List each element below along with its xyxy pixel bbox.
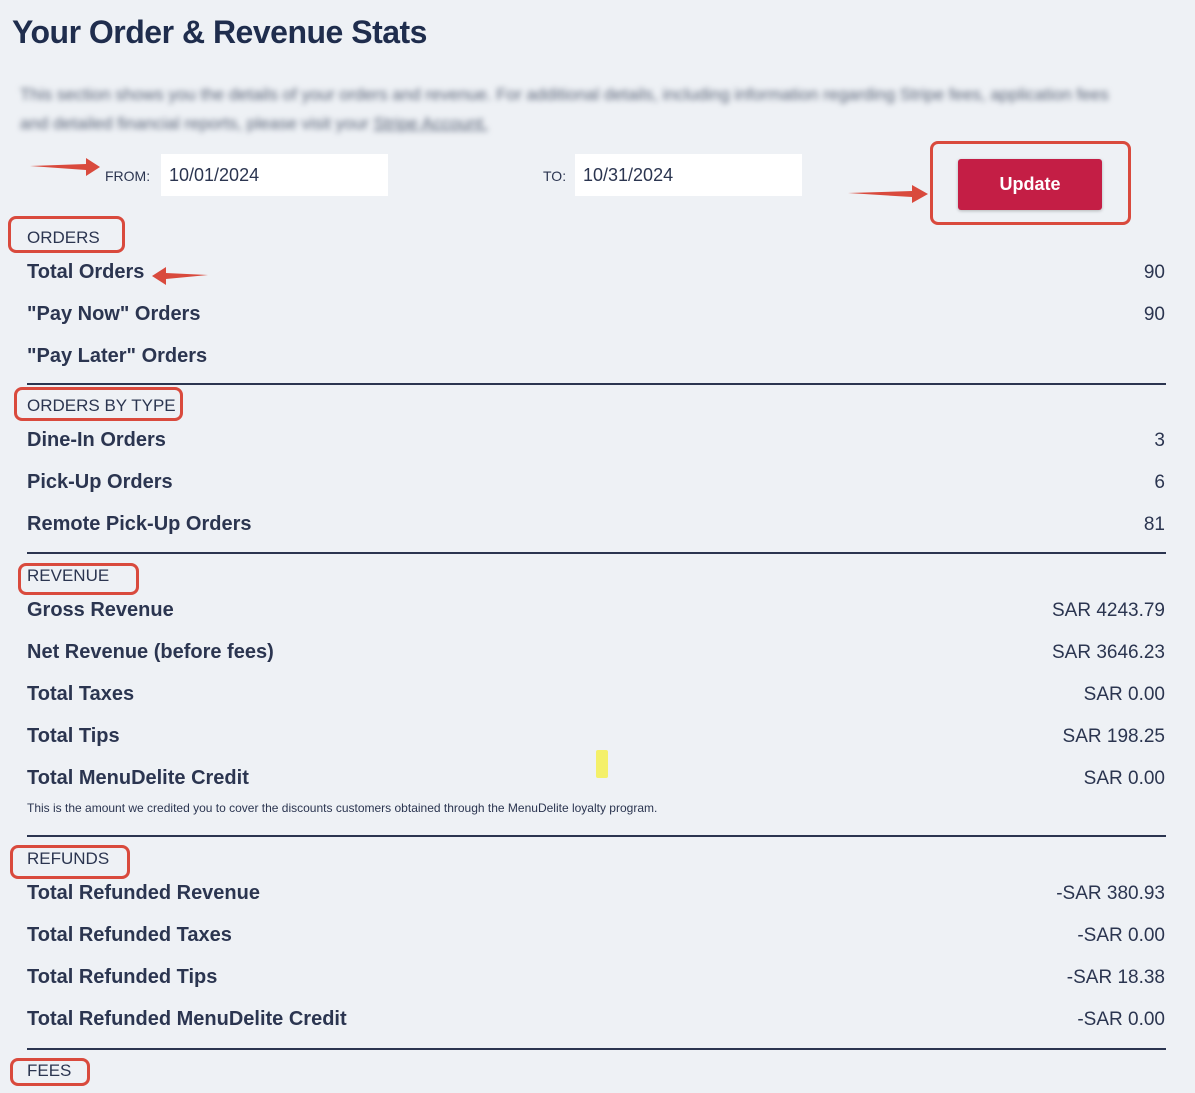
row-value-total-menudelite-credit: SAR 0.00: [1083, 768, 1165, 789]
row-label-total-refunded-taxes: Total Refunded Taxes: [27, 924, 232, 946]
row-label-dine-in-orders: Dine-In Orders: [27, 429, 166, 451]
row-value-total-taxes: SAR 0.00: [1083, 684, 1165, 705]
page-title: Your Order & Revenue Stats: [12, 14, 427, 50]
menudelite-credit-note: This is the amount we credited you to co…: [27, 801, 658, 815]
row-label-total-refunded-menudelite-credit: Total Refunded MenuDelite Credit: [27, 1008, 347, 1030]
stripe-account-link[interactable]: Stripe Account.: [373, 114, 487, 133]
annotation-arrow-right-icon: [30, 158, 100, 176]
row-label-remote-pick-up-orders: Remote Pick-Up Orders: [27, 513, 252, 535]
row-label-pay-now-orders: "Pay Now" Orders: [27, 303, 201, 325]
annotation-box-orders: [8, 216, 125, 253]
row-label-total-refunded-tips: Total Refunded Tips: [27, 966, 218, 988]
row-value-total-refunded-tips: -SAR 18.38: [1066, 967, 1165, 988]
row-value-gross-revenue: SAR 4243.79: [1051, 600, 1165, 621]
annotation-box-orders-by-type: [14, 387, 183, 421]
row-value-remote-pick-up-orders: 81: [1143, 514, 1165, 535]
row-value-total-tips: SAR 198.25: [1062, 726, 1165, 747]
section-divider: [27, 1048, 1166, 1050]
row-value-net-revenue: SAR 3646.23: [1051, 642, 1165, 663]
row-label-total-menudelite-credit: Total MenuDelite Credit: [27, 767, 249, 789]
row-value-total-refunded-menudelite-credit: -SAR 0.00: [1077, 1009, 1165, 1030]
row-label-total-orders: Total Orders: [27, 261, 145, 283]
annotation-arrow-right-icon: [848, 185, 928, 203]
row-label-gross-revenue: Gross Revenue: [27, 599, 174, 621]
annotation-box-update: [930, 141, 1131, 225]
row-label-pay-later-orders: "Pay Later" Orders: [27, 345, 208, 367]
annotation-box-revenue: [18, 563, 139, 595]
row-value-dine-in-orders: 3: [1154, 430, 1165, 451]
order-revenue-stats-page: Your Order & Revenue Stats This section …: [0, 0, 1195, 1093]
to-label: TO:: [543, 168, 567, 184]
from-label: FROM:: [105, 168, 151, 184]
row-value-pick-up-orders: 6: [1154, 472, 1165, 493]
from-date-input[interactable]: [161, 154, 388, 196]
row-value-pay-now-orders: 90: [1143, 304, 1165, 325]
row-value-total-refunded-taxes: -SAR 0.00: [1077, 925, 1165, 946]
intro-text-body: This section shows you the details of yo…: [20, 85, 1109, 133]
section-divider: [27, 383, 1166, 385]
row-label-net-revenue: Net Revenue (before fees): [27, 641, 274, 663]
section-divider: [27, 552, 1166, 554]
annotation-box-refunds: [10, 845, 130, 879]
annotation-box-fees: [10, 1058, 90, 1086]
highlight-mark: [596, 750, 608, 778]
to-date-input[interactable]: [575, 154, 802, 196]
annotation-arrow-left-icon: [152, 267, 208, 285]
row-label-total-taxes: Total Taxes: [27, 683, 135, 705]
intro-text: This section shows you the details of yo…: [20, 80, 1130, 138]
section-divider: [27, 835, 1166, 837]
row-label-pick-up-orders: Pick-Up Orders: [27, 471, 173, 493]
row-value-total-refunded-revenue: -SAR 380.93: [1056, 883, 1165, 904]
row-label-total-tips: Total Tips: [27, 725, 120, 747]
row-label-total-refunded-revenue: Total Refunded Revenue: [27, 882, 260, 904]
row-value-total-orders: 90: [1143, 262, 1165, 283]
